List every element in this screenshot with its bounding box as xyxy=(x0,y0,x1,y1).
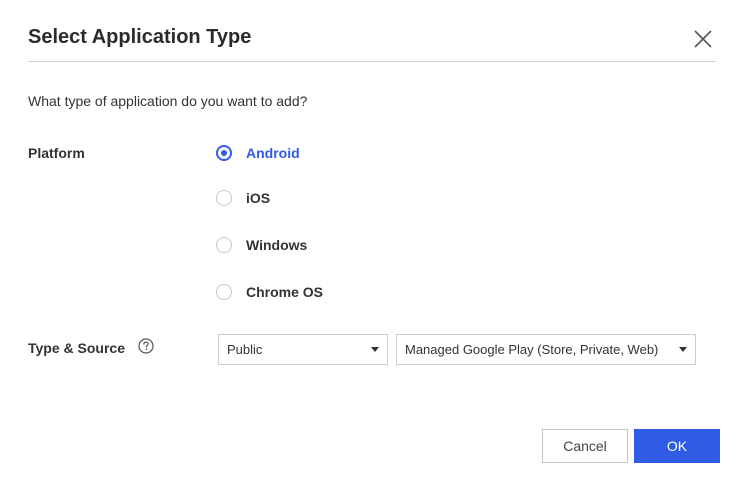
type-select-value: Public xyxy=(227,342,263,357)
radio-button-ios[interactable] xyxy=(216,190,232,206)
radio-ios[interactable]: iOS xyxy=(216,188,270,208)
dialog-title: Select Application Type xyxy=(28,26,252,48)
radio-button-windows[interactable] xyxy=(216,237,232,253)
chevron-down-icon xyxy=(679,347,687,352)
radio-label-chrome-os: Chrome OS xyxy=(246,284,324,300)
radio-android[interactable]: Android xyxy=(216,143,300,163)
header-divider xyxy=(28,61,716,62)
source-select[interactable]: Managed Google Play (Store, Private, Web… xyxy=(396,334,696,365)
radio-label-windows: Windows xyxy=(246,237,308,253)
chevron-down-icon xyxy=(371,347,379,352)
radio-button-chrome-os[interactable] xyxy=(216,284,232,300)
type-source-label: Type & Source xyxy=(28,340,125,356)
radio-chrome-os[interactable]: Chrome OS xyxy=(216,282,323,302)
type-select[interactable]: Public xyxy=(218,334,388,365)
ok-button[interactable]: OK xyxy=(634,429,720,463)
platform-label: Platform xyxy=(28,145,85,161)
source-select-value: Managed Google Play (Store, Private, Web… xyxy=(405,342,659,357)
radio-button-android[interactable] xyxy=(216,145,232,161)
radio-label-android: Android xyxy=(246,145,300,161)
close-button[interactable] xyxy=(690,26,716,52)
help-icon[interactable] xyxy=(138,338,154,354)
dialog-question: What type of application do you want to … xyxy=(28,93,308,109)
radio-label-ios: iOS xyxy=(246,190,271,206)
radio-windows[interactable]: Windows xyxy=(216,235,307,255)
close-icon xyxy=(694,30,712,48)
cancel-button[interactable]: Cancel xyxy=(542,429,628,463)
select-application-type-dialog: Select Application Type What type of app… xyxy=(0,0,745,478)
